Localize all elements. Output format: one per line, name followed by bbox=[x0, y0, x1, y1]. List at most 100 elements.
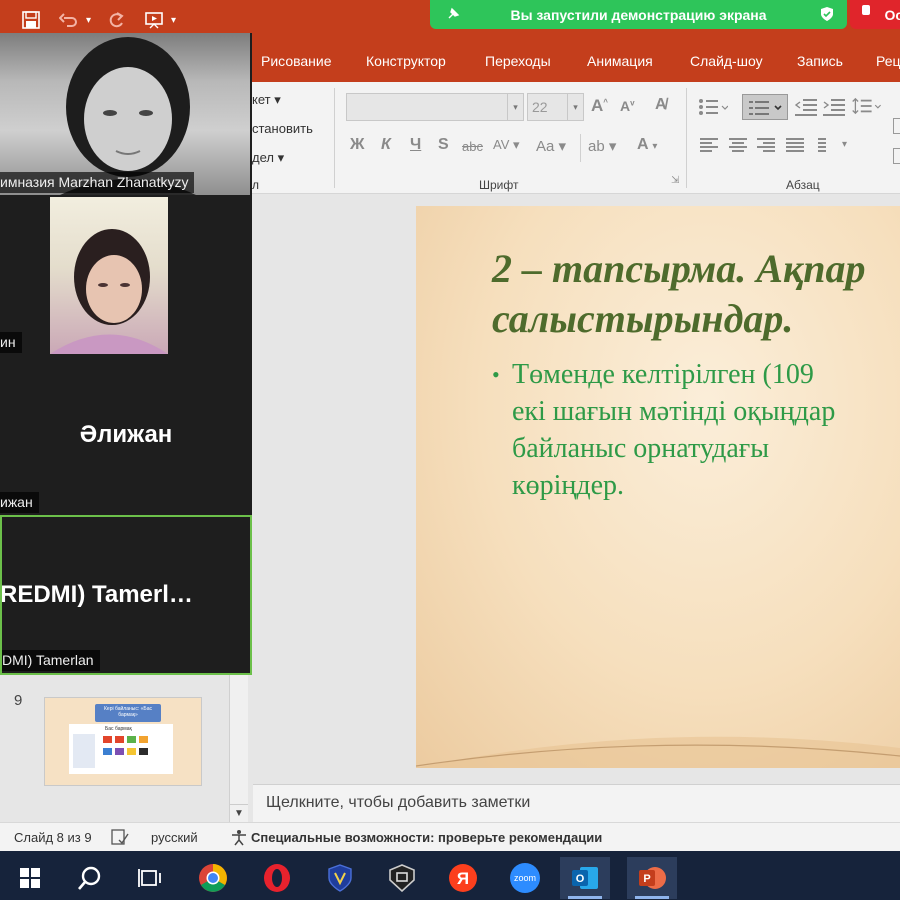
align-left-icon[interactable] bbox=[700, 138, 718, 152]
notes-pane[interactable]: Щелкните, чтобы добавить заметки bbox=[253, 784, 900, 822]
columns-dropdown-icon[interactable]: ▾ bbox=[842, 139, 847, 150]
screen-share-banner[interactable]: Вы запустили демонстрацию экрана bbox=[430, 0, 847, 29]
thumbnail-title: Кері байланыс: «Бас бармақ» bbox=[95, 704, 161, 722]
font-color-icon[interactable]: A ▾ bbox=[637, 136, 657, 154]
stop-sharing-button[interactable]: Ост bbox=[850, 0, 900, 29]
body-line: байланыс орнатудағы bbox=[512, 433, 770, 464]
slide-title[interactable]: 2 – тапсырма. Ақпар салыстырындар. bbox=[492, 244, 900, 344]
zoom-app-icon[interactable]: zoom bbox=[500, 857, 550, 899]
change-case-icon[interactable]: Aa ▾ bbox=[536, 137, 566, 155]
clipboard-section-label[interactable]: дел ▾ bbox=[252, 150, 284, 166]
search-icon[interactable] bbox=[65, 857, 115, 899]
thumbnail-thumb-icon bbox=[103, 736, 112, 743]
tab-drawing[interactable]: Рисование bbox=[261, 53, 332, 69]
windows-start-icon[interactable] bbox=[5, 857, 55, 899]
shield-app-icon[interactable] bbox=[315, 857, 365, 899]
undo-icon[interactable] bbox=[56, 8, 82, 32]
customize-toolbar-icon[interactable]: ▾ bbox=[171, 15, 176, 26]
zoom-participants-panel: имназия Marzhan Zhanatkyzy ин Әлижан ижа… bbox=[0, 33, 252, 675]
redo-icon[interactable] bbox=[103, 8, 129, 32]
decrease-font-icon[interactable]: Av bbox=[620, 98, 635, 114]
zoom-label: zoom bbox=[514, 873, 536, 883]
presentation-start-icon[interactable] bbox=[141, 8, 167, 32]
thumbnail-thumb-icon bbox=[115, 748, 124, 755]
participant-face-image bbox=[50, 229, 168, 354]
security-shield-icon bbox=[821, 7, 833, 21]
clipboard-layout-label[interactable]: кет ▾ bbox=[252, 92, 281, 108]
numbering-button[interactable] bbox=[742, 94, 788, 120]
align-right-icon[interactable] bbox=[757, 138, 775, 152]
decrease-indent-icon[interactable] bbox=[795, 98, 817, 116]
tab-design[interactable]: Конструктор bbox=[366, 53, 446, 69]
current-slide[interactable]: 2 – тапсырма. Ақпар салыстырындар. • Төм… bbox=[416, 206, 900, 768]
thumbnail-heading: Бас бармақ bbox=[105, 726, 132, 732]
language-indicator[interactable]: русский bbox=[151, 830, 198, 845]
pin-icon[interactable] bbox=[446, 7, 460, 21]
character-spacing-icon[interactable]: AV ▾ bbox=[493, 137, 520, 153]
undo-dropdown-icon[interactable]: ▾ bbox=[86, 15, 91, 26]
thumbnail-text-block bbox=[73, 734, 95, 768]
scroll-down-icon[interactable]: ▼ bbox=[230, 804, 248, 822]
font-size-dropdown-icon[interactable]: ▾ bbox=[567, 94, 583, 120]
columns-icon[interactable] bbox=[818, 138, 836, 152]
participant-display-name: REDMI) Tamerl… bbox=[0, 581, 193, 608]
save-icon[interactable] bbox=[18, 8, 44, 32]
yandex-browser-icon[interactable]: Я bbox=[438, 857, 488, 899]
align-center-icon[interactable] bbox=[729, 138, 747, 152]
clipboard-reset-label[interactable]: становить bbox=[252, 121, 313, 136]
highlight-color-icon[interactable]: ab ▾ bbox=[588, 137, 616, 155]
participant-tile[interactable]: Әлижан ижан bbox=[0, 355, 252, 515]
group-divider bbox=[686, 88, 687, 188]
underline-icon[interactable]: Ч bbox=[410, 136, 421, 154]
increase-font-icon[interactable]: A^ bbox=[591, 96, 608, 116]
accessibility-icon[interactable] bbox=[230, 828, 248, 846]
quick-access-toolbar: ▾ ▾ bbox=[18, 8, 176, 32]
screen-share-text: Вы запустили демонстрацию экрана bbox=[510, 6, 767, 23]
participant-name: ин bbox=[0, 332, 22, 353]
tab-review[interactable]: Рец bbox=[876, 53, 900, 69]
strikethrough-icon[interactable]: abc bbox=[462, 139, 483, 154]
slide-decoration bbox=[416, 736, 900, 768]
numbering-icon bbox=[749, 101, 782, 115]
monitor-app-icon[interactable] bbox=[377, 857, 427, 899]
slide-thumbnail-9[interactable]: Кері байланыс: «Бас бармақ» Бас бармақ bbox=[44, 697, 202, 786]
notes-placeholder: Щелкните, чтобы добавить заметки bbox=[266, 794, 531, 811]
outlook-icon[interactable]: O bbox=[560, 857, 610, 899]
line-spacing-icon[interactable] bbox=[850, 97, 886, 115]
shadow-text-icon[interactable]: S bbox=[438, 136, 449, 154]
italic-icon[interactable]: К bbox=[381, 136, 391, 154]
spellcheck-icon[interactable] bbox=[111, 829, 129, 845]
bullets-icon[interactable] bbox=[698, 98, 728, 116]
tab-slideshow[interactable]: Слайд-шоу bbox=[690, 53, 763, 69]
stop-square-icon bbox=[862, 4, 871, 15]
thumbnail-number: 9 bbox=[14, 692, 23, 709]
text-direction-icon[interactable] bbox=[893, 118, 900, 134]
task-view-icon[interactable] bbox=[125, 857, 175, 899]
tab-transitions[interactable]: Переходы bbox=[485, 53, 551, 69]
font-name-box[interactable]: ▾ bbox=[346, 93, 524, 121]
chrome-icon[interactable] bbox=[188, 857, 238, 899]
align-text-icon[interactable] bbox=[893, 148, 900, 164]
powerpoint-icon[interactable]: P bbox=[627, 857, 677, 899]
participant-display-name: Әлижан bbox=[79, 421, 173, 448]
font-dialog-launcher-icon[interactable]: ⇲ bbox=[671, 175, 679, 186]
participant-tile-active-speaker[interactable]: REDMI) Tamerl… DMI) Tamerlan bbox=[0, 515, 252, 675]
body-line: екі шағын мәтінді оқыңдар bbox=[512, 396, 836, 427]
participant-tile[interactable]: имназия Marzhan Zhanatkyzy bbox=[0, 33, 252, 195]
accessibility-status[interactable]: Специальные возможности: проверьте реком… bbox=[251, 830, 602, 845]
bold-icon[interactable]: Ж bbox=[350, 136, 364, 154]
font-name-dropdown-icon[interactable]: ▾ bbox=[507, 94, 523, 120]
paragraph-group-name: Абзац bbox=[786, 178, 820, 192]
opera-icon[interactable] bbox=[252, 857, 302, 899]
participant-name: DMI) Tamerlan bbox=[2, 650, 100, 671]
font-size-box[interactable]: 22 ▾ bbox=[527, 93, 584, 121]
tab-record[interactable]: Запись bbox=[797, 53, 843, 69]
thumbnail-thumb-icon bbox=[139, 736, 148, 743]
increase-indent-icon[interactable] bbox=[823, 98, 845, 116]
clear-formatting-icon[interactable]: A̸ bbox=[655, 96, 667, 114]
svg-text:O: O bbox=[576, 873, 585, 885]
slide-counter[interactable]: Слайд 8 из 9 bbox=[14, 830, 92, 845]
justify-icon[interactable] bbox=[786, 138, 804, 152]
tab-animations[interactable]: Анимация bbox=[587, 53, 653, 69]
participant-tile[interactable]: ин bbox=[0, 195, 252, 355]
